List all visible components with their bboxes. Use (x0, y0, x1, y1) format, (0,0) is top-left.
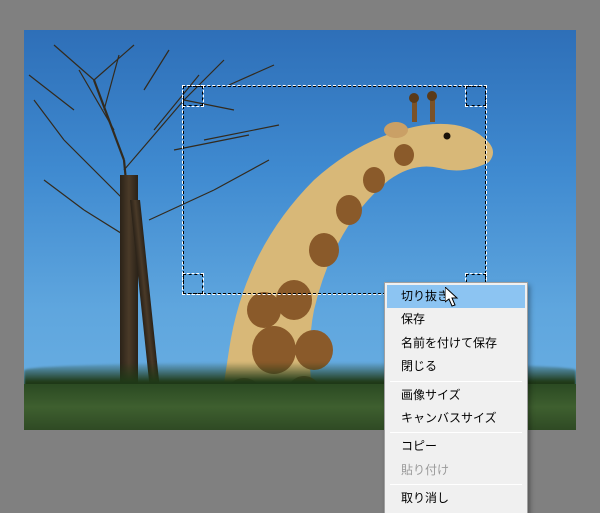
menu-item-save[interactable]: 保存 (387, 308, 525, 331)
menu-item-undo[interactable]: 取り消し (387, 487, 525, 510)
menu-item-close[interactable]: 閉じる (387, 355, 525, 378)
crop-handle-bottom-left[interactable] (182, 273, 204, 295)
menu-item-image-size[interactable]: 画像サイズ (387, 384, 525, 407)
menu-item-canvas-size[interactable]: キャンバスサイズ (387, 407, 525, 430)
crop-handle-top-right[interactable] (465, 85, 487, 107)
crop-handle-top-left[interactable] (182, 85, 204, 107)
menu-separator (390, 484, 522, 485)
menu-separator (390, 432, 522, 433)
menu-separator (390, 381, 522, 382)
context-menu: 切り抜き 保存 名前を付けて保存 閉じる 画像サイズ キャンバスサイズ コピー … (384, 282, 528, 513)
crop-selection[interactable] (182, 85, 487, 295)
menu-item-paste: 貼り付け (387, 459, 525, 482)
menu-item-save-as[interactable]: 名前を付けて保存 (387, 332, 525, 355)
menu-item-crop[interactable]: 切り抜き (387, 285, 525, 308)
menu-item-copy[interactable]: コピー (387, 435, 525, 458)
